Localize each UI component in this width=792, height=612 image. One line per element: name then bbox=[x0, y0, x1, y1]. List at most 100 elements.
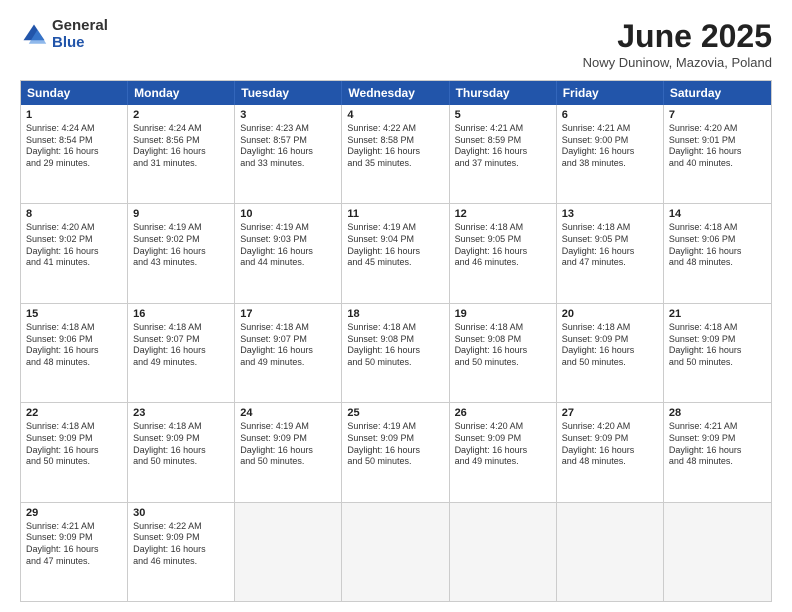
day-cell-3: 3 Sunrise: 4:23 AM Sunset: 8:57 PM Daylig… bbox=[235, 105, 342, 203]
day-number: 8 bbox=[26, 208, 122, 220]
cell-daylight-info: Sunrise: 4:18 AM Sunset: 9:09 PM Dayligh… bbox=[562, 322, 658, 369]
cell-daylight-info: Sunrise: 4:18 AM Sunset: 9:05 PM Dayligh… bbox=[455, 222, 551, 269]
logo-general: General bbox=[52, 18, 108, 35]
empty-cell bbox=[342, 503, 449, 601]
cell-daylight-info: Sunrise: 4:18 AM Sunset: 9:08 PM Dayligh… bbox=[455, 322, 551, 369]
day-cell-4: 4Sunrise: 4:22 AM Sunset: 8:58 PM Daylig… bbox=[342, 105, 449, 203]
day-number: 21 bbox=[669, 308, 766, 320]
cell-daylight-info: Sunrise: 4:20 AM Sunset: 9:02 PM Dayligh… bbox=[26, 222, 122, 269]
day-number: 13 bbox=[562, 208, 658, 220]
day-cell-22: 22 Sunrise: 4:18 AM Sunset: 9:09 PM Dayli… bbox=[21, 403, 128, 501]
day-number: 10 bbox=[240, 208, 336, 220]
cell-daylight-info: Sunrise: 4:18 AM Sunset: 9:09 PM Dayligh… bbox=[669, 322, 766, 369]
day-number: 3 bbox=[240, 109, 336, 121]
day-cell-26: 26 Sunrise: 4:20 AM Sunset: 9:09 PM Dayli… bbox=[450, 403, 557, 501]
cell-daylight-info: Sunrise: 4:22 AM Sunset: 9:09 PM Dayligh… bbox=[133, 521, 229, 568]
cell-daylight-info: Sunrise: 4:20 AM Sunset: 9:01 PM Dayligh… bbox=[669, 123, 766, 170]
day-number: 20 bbox=[562, 308, 658, 320]
day-number: 1 bbox=[26, 109, 122, 121]
weekday-header-sunday: Sunday bbox=[21, 81, 128, 105]
day-number: 14 bbox=[669, 208, 766, 220]
day-cell-30: 30 Sunrise: 4:22 AM Sunset: 9:09 PM Dayli… bbox=[128, 503, 235, 601]
header: General Blue June 2025 Nowy Duninow, Maz… bbox=[20, 18, 772, 70]
day-cell-24: 24Sunrise: 4:19 AM Sunset: 9:09 PM Dayli… bbox=[235, 403, 342, 501]
day-cell-19: 19 Sunrise: 4:18 AM Sunset: 9:08 PM Dayli… bbox=[450, 304, 557, 402]
day-cell-18: 18 Sunrise: 4:18 AM Sunset: 9:08 PM Dayli… bbox=[342, 304, 449, 402]
day-cell-20: 20 Sunrise: 4:18 AM Sunset: 9:09 PM Dayli… bbox=[557, 304, 664, 402]
calendar-row-3: 15 Sunrise: 4:18 AM Sunset: 9:06 PM Dayli… bbox=[21, 303, 771, 402]
weekday-header-friday: Friday bbox=[557, 81, 664, 105]
day-number: 30 bbox=[133, 507, 229, 519]
day-cell-14: 14 Sunrise: 4:18 AM Sunset: 9:06 PM Dayli… bbox=[664, 204, 771, 302]
weekday-header-saturday: Saturday bbox=[664, 81, 771, 105]
cell-daylight-info: Sunrise: 4:23 AM Sunset: 8:57 PM Dayligh… bbox=[240, 123, 336, 170]
title-location: Nowy Duninow, Mazovia, Poland bbox=[583, 55, 772, 70]
day-cell-17: 17 Sunrise: 4:18 AM Sunset: 9:07 PM Dayli… bbox=[235, 304, 342, 402]
day-cell-6: 6 Sunrise: 4:21 AM Sunset: 9:00 PM Daylig… bbox=[557, 105, 664, 203]
weekday-header-monday: Monday bbox=[128, 81, 235, 105]
calendar-header: SundayMondayTuesdayWednesdayThursdayFrid… bbox=[21, 81, 771, 105]
empty-cell bbox=[664, 503, 771, 601]
cell-daylight-info: Sunrise: 4:18 AM Sunset: 9:07 PM Dayligh… bbox=[240, 322, 336, 369]
calendar-row-1: 1 Sunrise: 4:24 AM Sunset: 8:54 PM Daylig… bbox=[21, 105, 771, 203]
page: General Blue June 2025 Nowy Duninow, Maz… bbox=[0, 0, 792, 612]
day-cell-21: 21 Sunrise: 4:18 AM Sunset: 9:09 PM Dayli… bbox=[664, 304, 771, 402]
cell-daylight-info: Sunrise: 4:21 AM Sunset: 9:09 PM Dayligh… bbox=[26, 521, 122, 568]
cell-daylight-info: Sunrise: 4:18 AM Sunset: 9:06 PM Dayligh… bbox=[26, 322, 122, 369]
day-number: 23 bbox=[133, 407, 229, 419]
cell-daylight-info: Sunrise: 4:24 AM Sunset: 8:54 PM Dayligh… bbox=[26, 123, 122, 170]
day-number: 16 bbox=[133, 308, 229, 320]
cell-daylight-info: Sunrise: 4:18 AM Sunset: 9:07 PM Dayligh… bbox=[133, 322, 229, 369]
cell-daylight-info: Sunrise: 4:18 AM Sunset: 9:06 PM Dayligh… bbox=[669, 222, 766, 269]
calendar-row-4: 22 Sunrise: 4:18 AM Sunset: 9:09 PM Dayli… bbox=[21, 402, 771, 501]
empty-cell bbox=[557, 503, 664, 601]
day-number: 25 bbox=[347, 407, 443, 419]
day-cell-8: 8 Sunrise: 4:20 AM Sunset: 9:02 PM Daylig… bbox=[21, 204, 128, 302]
day-number: 17 bbox=[240, 308, 336, 320]
day-number: 18 bbox=[347, 308, 443, 320]
day-number: 19 bbox=[455, 308, 551, 320]
weekday-header-thursday: Thursday bbox=[450, 81, 557, 105]
cell-daylight-info: Sunrise: 4:18 AM Sunset: 9:09 PM Dayligh… bbox=[26, 421, 122, 468]
cell-daylight-info: Sunrise: 4:21 AM Sunset: 9:09 PM Dayligh… bbox=[669, 421, 766, 468]
cell-daylight-info: Sunrise: 4:24 AM Sunset: 8:56 PM Dayligh… bbox=[133, 123, 229, 170]
day-cell-1: 1 Sunrise: 4:24 AM Sunset: 8:54 PM Daylig… bbox=[21, 105, 128, 203]
day-cell-13: 13 Sunrise: 4:18 AM Sunset: 9:05 PM Dayli… bbox=[557, 204, 664, 302]
day-cell-25: 25Sunrise: 4:19 AM Sunset: 9:09 PM Dayli… bbox=[342, 403, 449, 501]
day-cell-9: 9Sunrise: 4:19 AM Sunset: 9:02 PM Daylig… bbox=[128, 204, 235, 302]
day-number: 26 bbox=[455, 407, 551, 419]
logo-text: General Blue bbox=[52, 18, 108, 51]
day-cell-28: 28 Sunrise: 4:21 AM Sunset: 9:09 PM Dayli… bbox=[664, 403, 771, 501]
day-number: 11 bbox=[347, 208, 443, 220]
day-number: 4 bbox=[347, 109, 443, 121]
day-cell-16: 16 Sunrise: 4:18 AM Sunset: 9:07 PM Dayli… bbox=[128, 304, 235, 402]
calendar-row-5: 29 Sunrise: 4:21 AM Sunset: 9:09 PM Dayli… bbox=[21, 502, 771, 601]
weekday-header-tuesday: Tuesday bbox=[235, 81, 342, 105]
cell-daylight-info: Sunrise: 4:19 AM Sunset: 9:09 PM Dayligh… bbox=[240, 421, 336, 468]
calendar-row-2: 8 Sunrise: 4:20 AM Sunset: 9:02 PM Daylig… bbox=[21, 203, 771, 302]
day-cell-15: 15 Sunrise: 4:18 AM Sunset: 9:06 PM Dayli… bbox=[21, 304, 128, 402]
weekday-header-wednesday: Wednesday bbox=[342, 81, 449, 105]
cell-daylight-info: Sunrise: 4:18 AM Sunset: 9:08 PM Dayligh… bbox=[347, 322, 443, 369]
day-cell-2: 2 Sunrise: 4:24 AM Sunset: 8:56 PM Daylig… bbox=[128, 105, 235, 203]
day-number: 28 bbox=[669, 407, 766, 419]
day-cell-29: 29 Sunrise: 4:21 AM Sunset: 9:09 PM Dayli… bbox=[21, 503, 128, 601]
cell-daylight-info: Sunrise: 4:18 AM Sunset: 9:05 PM Dayligh… bbox=[562, 222, 658, 269]
day-cell-7: 7Sunrise: 4:20 AM Sunset: 9:01 PM Daylig… bbox=[664, 105, 771, 203]
day-number: 15 bbox=[26, 308, 122, 320]
title-month: June 2025 bbox=[583, 18, 772, 55]
day-number: 2 bbox=[133, 109, 229, 121]
day-cell-5: 5Sunrise: 4:21 AM Sunset: 8:59 PM Daylig… bbox=[450, 105, 557, 203]
cell-daylight-info: Sunrise: 4:20 AM Sunset: 9:09 PM Dayligh… bbox=[562, 421, 658, 468]
day-number: 22 bbox=[26, 407, 122, 419]
cell-daylight-info: Sunrise: 4:19 AM Sunset: 9:02 PM Dayligh… bbox=[133, 222, 229, 269]
cell-daylight-info: Sunrise: 4:21 AM Sunset: 9:00 PM Dayligh… bbox=[562, 123, 658, 170]
cell-daylight-info: Sunrise: 4:20 AM Sunset: 9:09 PM Dayligh… bbox=[455, 421, 551, 468]
cell-daylight-info: Sunrise: 4:19 AM Sunset: 9:04 PM Dayligh… bbox=[347, 222, 443, 269]
day-number: 5 bbox=[455, 109, 551, 121]
calendar-body: 1 Sunrise: 4:24 AM Sunset: 8:54 PM Daylig… bbox=[21, 105, 771, 601]
day-number: 29 bbox=[26, 507, 122, 519]
day-number: 6 bbox=[562, 109, 658, 121]
cell-daylight-info: Sunrise: 4:18 AM Sunset: 9:09 PM Dayligh… bbox=[133, 421, 229, 468]
logo-icon bbox=[20, 21, 48, 49]
